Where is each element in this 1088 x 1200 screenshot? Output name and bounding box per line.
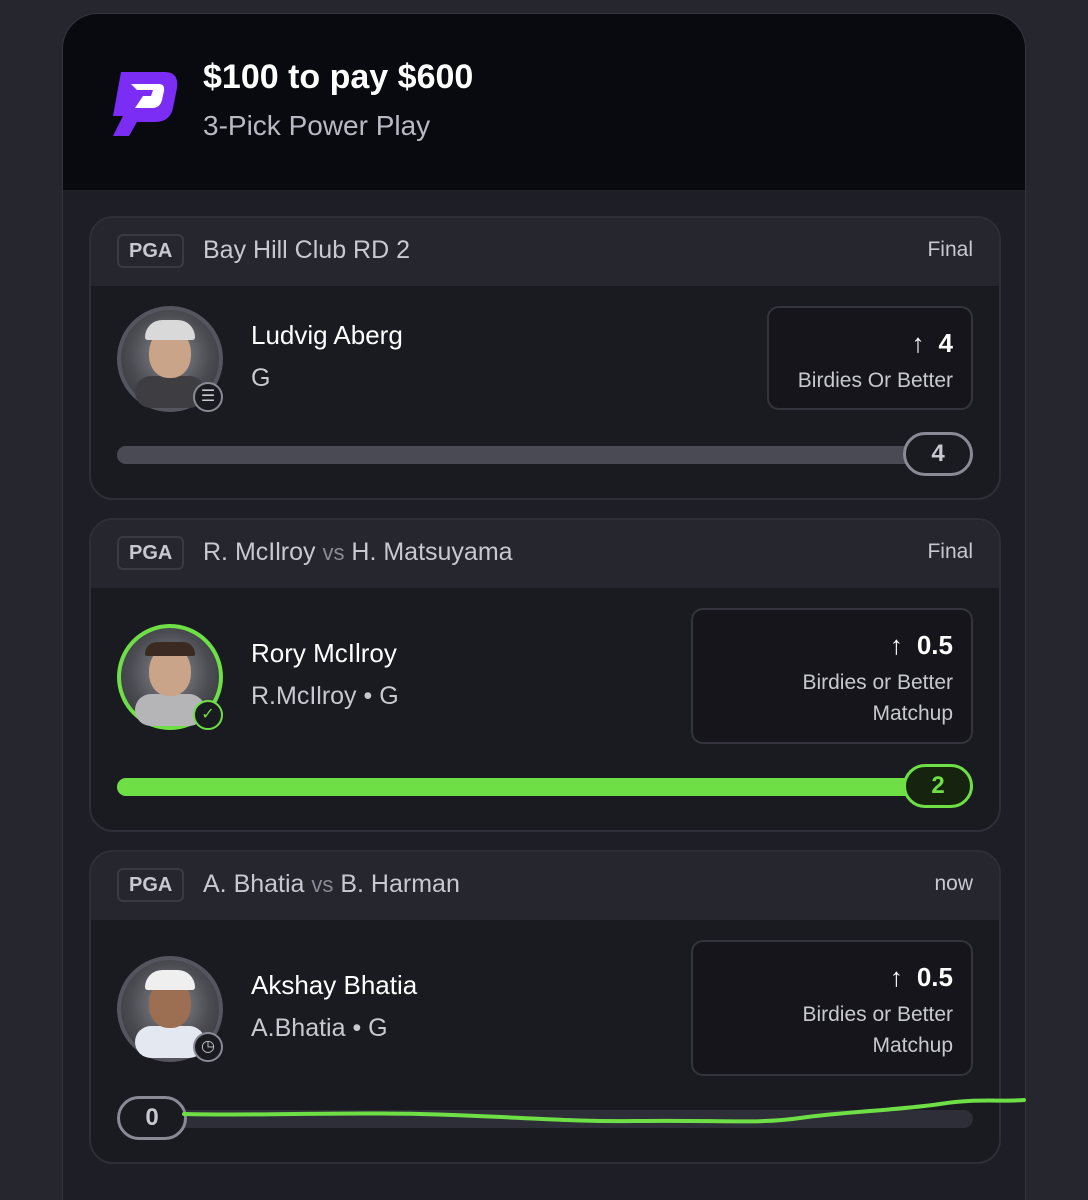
progress-fill xyxy=(117,446,973,464)
progress-fill xyxy=(117,778,973,796)
menu-lines-icon: ☰ xyxy=(193,382,223,412)
pick-card[interactable]: PGA A. Bhatia vs B. Harman now ◷ Akshay … xyxy=(89,850,1001,1164)
event-vs: vs xyxy=(311,872,334,897)
result-pill: 0 xyxy=(117,1096,187,1140)
projection-box: ↑ 4 Birdies Or Better xyxy=(767,306,973,410)
player-name: Rory McIlroy xyxy=(251,638,397,668)
event-team-a: A. Bhatia xyxy=(203,870,305,898)
check-icon: ✓ xyxy=(193,700,223,730)
stat-type: Birdies or Better Matchup xyxy=(802,671,953,725)
progress-track xyxy=(117,446,973,464)
payout-title: $100 to pay $600 xyxy=(203,58,474,96)
league-badge: PGA xyxy=(117,868,185,902)
progress-track xyxy=(117,778,973,796)
up-arrow-icon: ↑ xyxy=(889,630,903,660)
stat-type: Birdies or Better Matchup xyxy=(802,1003,953,1057)
pick-card[interactable]: PGA R. McIlroy vs H. Matsuyama Final ✓ R… xyxy=(89,518,1001,832)
event-vs: vs xyxy=(322,540,345,565)
avatar: ◷ xyxy=(117,956,223,1062)
line-value: 4 xyxy=(938,328,953,358)
play-type-subtitle: 3-Pick Power Play xyxy=(203,110,431,141)
line-value: 0.5 xyxy=(916,962,953,992)
status-label: now xyxy=(934,872,973,895)
player-sub-label: A.Bhatia • G xyxy=(251,1014,388,1042)
up-arrow-icon: ↑ xyxy=(911,328,925,358)
event-team-b: H. Matsuyama xyxy=(351,538,513,566)
league-badge: PGA xyxy=(117,536,185,570)
entry-panel: $100 to pay $600 3-Pick Power Play PGA B… xyxy=(62,13,1026,1200)
event-label: A. Bhatia vs B. Harman xyxy=(203,870,460,899)
projection-box: ↑ 0.5 Birdies or Better Matchup xyxy=(691,608,973,744)
result-pill: 4 xyxy=(903,432,973,476)
pick-card[interactable]: PGA Bay Hill Club RD 2 Final ☰ Ludvig Ab… xyxy=(89,216,1001,500)
stat-type: Birdies Or Better xyxy=(797,369,953,392)
player-position: G xyxy=(251,364,271,392)
pick-card-header: PGA Bay Hill Club RD 2 Final xyxy=(91,218,999,286)
prizepicks-logo-icon xyxy=(113,72,178,136)
player-sub-label: R.McIlroy • G xyxy=(251,682,399,710)
result-pill: 2 xyxy=(903,764,973,808)
player-name: Akshay Bhatia xyxy=(251,970,418,1000)
pick-card-header: PGA R. McIlroy vs H. Matsuyama Final xyxy=(91,520,999,588)
projection-box: ↑ 0.5 Birdies or Better Matchup xyxy=(691,940,973,1076)
line-value: 0.5 xyxy=(916,630,953,660)
event-team-a: R. McIlroy xyxy=(203,538,316,566)
avatar: ☰ xyxy=(117,306,223,412)
status-label: Final xyxy=(927,238,973,261)
event-team-b: B. Harman xyxy=(340,870,460,898)
up-arrow-icon: ↑ xyxy=(889,962,903,992)
league-badge: PGA xyxy=(117,234,185,268)
avatar: ✓ xyxy=(117,624,223,730)
clock-icon: ◷ xyxy=(193,1032,223,1062)
status-label: Final xyxy=(927,540,973,563)
event-team-a: Bay Hill Club RD 2 xyxy=(203,236,411,264)
event-label: Bay Hill Club RD 2 xyxy=(203,236,410,265)
pick-card-header: PGA A. Bhatia vs B. Harman now xyxy=(91,852,999,920)
entry-header: $100 to pay $600 3-Pick Power Play xyxy=(63,14,1025,190)
event-label: R. McIlroy vs H. Matsuyama xyxy=(203,538,513,567)
player-name: Ludvig Aberg xyxy=(251,320,403,350)
progress-track xyxy=(117,1110,973,1128)
